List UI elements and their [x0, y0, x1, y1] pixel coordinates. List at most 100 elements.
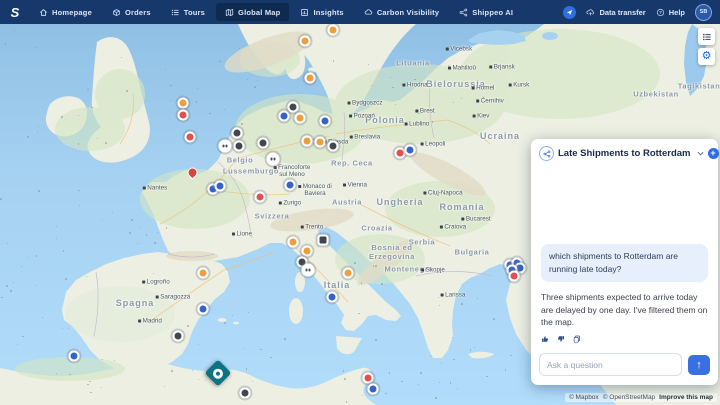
nav-item-insights[interactable]: Insights	[291, 3, 352, 21]
chat-messages: which shipments to Rotterdam are running…	[531, 166, 718, 347]
nav-item-label: Global Map	[238, 8, 280, 17]
marker-orange[interactable]	[317, 139, 324, 146]
app-window: S Homepage Orders Tours Global Map Insights C…	[0, 0, 720, 405]
nav-item-label: Carbon Visibility	[377, 8, 439, 17]
marker-orange[interactable]	[290, 239, 297, 246]
nav-item-label: Orders	[125, 8, 151, 17]
marker-orange[interactable]	[302, 38, 309, 45]
user-avatar[interactable]: SB	[695, 4, 712, 21]
legend-button[interactable]	[698, 28, 715, 45]
marker-dark[interactable]	[242, 390, 249, 397]
marker-red[interactable]	[257, 194, 264, 201]
orders-icon	[112, 8, 121, 17]
thumbs-down-icon[interactable]	[557, 335, 565, 343]
marker-red[interactable]	[365, 375, 372, 382]
nav-item-tours[interactable]: Tours	[162, 3, 214, 21]
marker-orange[interactable]	[345, 270, 352, 277]
chat-input-row: ↑	[531, 347, 718, 385]
nav-item-label: Homepage	[52, 8, 92, 17]
thumbs-up-icon[interactable]	[541, 335, 549, 343]
marker-orange[interactable]	[304, 138, 311, 145]
user-message: which shipments to Rotterdam are running…	[541, 244, 708, 282]
shippeo-logo[interactable]: S	[0, 5, 30, 20]
feedback-row	[541, 335, 708, 343]
marker-dark[interactable]	[260, 140, 267, 147]
marker-pin[interactable]	[188, 168, 197, 177]
marker-dark[interactable]	[175, 333, 182, 340]
marker-orange[interactable]	[180, 100, 187, 107]
top-nav: S Homepage Orders Tours Global Map Insights C…	[0, 0, 720, 24]
chevron-down-icon[interactable]	[697, 150, 704, 157]
chat-header-actions: + — ×	[708, 148, 720, 159]
nav-item-global-map[interactable]: Global Map	[216, 3, 289, 21]
tours-icon	[171, 8, 180, 17]
home-icon	[39, 8, 48, 17]
marker-blue[interactable]	[287, 182, 294, 189]
carbon-icon	[364, 8, 373, 17]
help-label: Help	[669, 8, 685, 17]
ask-question-input[interactable]	[539, 353, 682, 376]
marker-blue[interactable]	[370, 386, 377, 393]
legend-list-icon	[702, 32, 712, 42]
marker-dark[interactable]	[236, 143, 243, 150]
shippeo-ai-icon	[539, 146, 554, 161]
marker-orange[interactable]	[200, 270, 207, 277]
cloud-upload-icon	[586, 8, 595, 17]
marker-blue[interactable]	[407, 147, 414, 154]
marker-blue[interactable]	[517, 265, 524, 272]
nav-item-orders[interactable]: Orders	[103, 3, 160, 21]
marker-blue[interactable]	[210, 186, 217, 193]
ai-chat-panel: Late Shipments to Rotterdam + — × which …	[531, 139, 718, 385]
marker-square[interactable]	[320, 237, 327, 244]
marker-selected[interactable]	[209, 364, 228, 383]
marker-blue[interactable]	[329, 294, 336, 301]
nav-item-label: Insights	[313, 8, 343, 17]
new-chat-button[interactable]: +	[708, 148, 719, 159]
assistant-message: Three shipments expected to arrive today…	[541, 291, 708, 329]
marker-blue[interactable]	[217, 183, 224, 190]
data-transfer-label: Data transfer	[599, 8, 645, 17]
send-plane-icon[interactable]	[563, 6, 576, 19]
marker-cluster[interactable]	[269, 155, 278, 164]
marker-blue[interactable]	[71, 353, 78, 360]
marker-blue[interactable]	[322, 118, 329, 125]
map-attribution: © Mapbox © OpenStreetMap Improve this ma…	[565, 393, 717, 402]
help-icon: ?	[656, 8, 665, 17]
send-button[interactable]: ↑	[688, 355, 710, 375]
svg-text:?: ?	[659, 10, 662, 15]
marker-cluster[interactable]	[221, 142, 230, 151]
mapbox-attribution-link[interactable]: © Mapbox	[569, 394, 599, 401]
osm-attribution-link[interactable]: © OpenStreetMap	[603, 394, 655, 401]
map-controls: ⚙	[698, 28, 715, 65]
marker-red[interactable]	[180, 112, 187, 119]
nav-item-label: Tours	[184, 8, 205, 17]
nav-right: Data transfer ? Help SB	[563, 4, 720, 21]
marker-dark[interactable]	[290, 104, 297, 111]
marker-red[interactable]	[187, 134, 194, 141]
nav-item-carbon-visibility[interactable]: Carbon Visibility	[355, 3, 448, 21]
nav-items: Homepage Orders Tours Global Map Insights Car…	[30, 0, 522, 24]
nav-item-label: Shippeo AI	[472, 8, 513, 17]
marker-orange[interactable]	[297, 115, 304, 122]
marker-dark[interactable]	[234, 130, 241, 137]
marker-cluster[interactable]	[304, 266, 313, 275]
data-transfer-button[interactable]: Data transfer	[586, 8, 645, 17]
map-settings-button[interactable]: ⚙	[698, 48, 715, 65]
marker-blue[interactable]	[281, 113, 288, 120]
improve-map-link[interactable]: Improve this map	[659, 394, 713, 401]
copy-icon[interactable]	[573, 335, 581, 343]
nav-item-shippeo-ai[interactable]: Shippeo AI	[450, 3, 522, 21]
marker-dark[interactable]	[299, 259, 306, 266]
marker-orange[interactable]	[307, 75, 314, 82]
insights-icon	[300, 8, 309, 17]
ai-icon	[459, 8, 468, 17]
nav-item-homepage[interactable]: Homepage	[30, 3, 101, 21]
marker-red[interactable]	[511, 273, 518, 280]
marker-orange[interactable]	[330, 27, 337, 34]
gear-icon: ⚙	[702, 51, 712, 62]
marker-dark[interactable]	[330, 143, 337, 150]
help-button[interactable]: ? Help	[656, 8, 685, 17]
marker-blue[interactable]	[200, 306, 207, 313]
marker-orange[interactable]	[304, 248, 311, 255]
marker-red[interactable]	[397, 150, 404, 157]
